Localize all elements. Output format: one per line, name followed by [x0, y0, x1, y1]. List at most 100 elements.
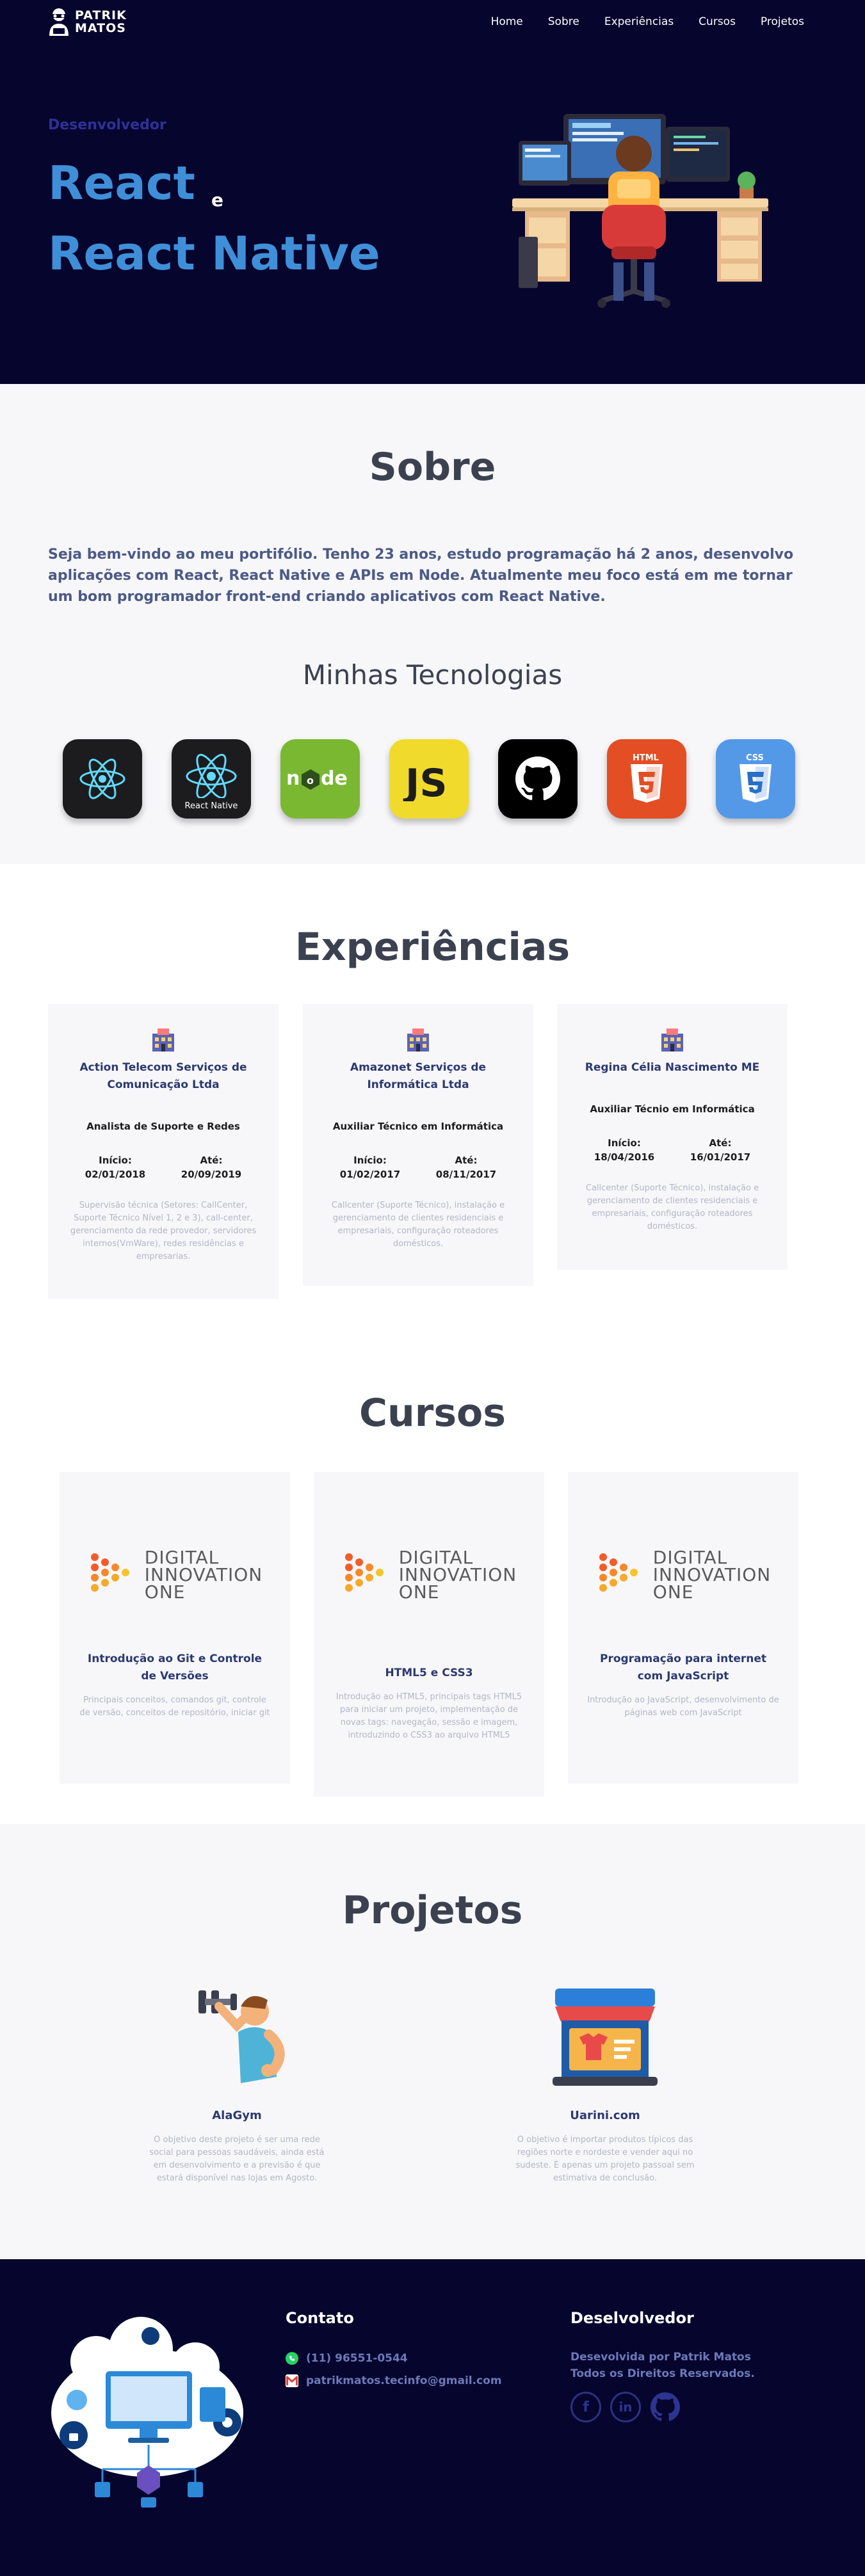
nav-link-experiencias[interactable]: Experiências — [604, 15, 674, 28]
email-contact[interactable]: patrikmatos.tecinfo@gmail.com — [286, 2374, 502, 2387]
projetos-title: Projetos — [342, 1888, 523, 1933]
dio-line1: DIGITAL — [652, 1547, 728, 1568]
company-icon — [407, 1028, 429, 1052]
developer-desk-illustration — [512, 114, 768, 308]
github-icon[interactable] — [650, 2392, 681, 2422]
experience-dates: Início: 02/01/2018 Até: 20/09/2019 — [67, 1153, 259, 1181]
phone-contact[interactable]: (11) 96551-0544 — [286, 2352, 408, 2365]
experience-card: Action Telecom Serviços de Comunicação L… — [48, 1004, 279, 1299]
experience-start: Início: 18/04/2016 — [594, 1136, 654, 1164]
dio-play-icon — [90, 1553, 129, 1592]
social-links: f in — [570, 2392, 690, 2422]
course-name: Programação para internet com JavaScript — [599, 1652, 767, 1683]
project-card[interactable]: AlaGym O objetivo deste projeto é ser um… — [144, 1981, 330, 2185]
tech-react-native: React Native — [172, 739, 251, 819]
experience-start-value: 02/01/2018 — [85, 1169, 146, 1180]
dio-line1: DIGITAL — [398, 1547, 474, 1568]
experience-end-value: 20/09/2019 — [181, 1169, 242, 1180]
experience-card: Regina Célia Nascimento ME Auxiliar Técn… — [557, 1004, 788, 1270]
dio-line2: INNOVATION — [652, 1564, 772, 1585]
nav-link-home[interactable]: Home — [491, 15, 523, 28]
cursos-section: Cursos DIGITAL INNOVATION ONE Introdução… — [0, 1370, 865, 1824]
hero-subtitle: Desenvolvedor — [48, 117, 166, 133]
project-description: O objetivo é importar produtos típicos d… — [515, 2135, 695, 2183]
react-icon — [79, 758, 125, 799]
experience-description: Supervisão técnica (Setores: CallCenter,… — [70, 1201, 257, 1261]
course-description: Introdução ao HTML5, principais tags HTM… — [335, 1692, 522, 1740]
course-card: DIGITAL INNOVATION ONE HTML5 e CSS3 Intr… — [314, 1472, 544, 1796]
brand-name: PATRIK MATOS — [75, 9, 127, 35]
experience-role: Auxiliar Técnio em Informática — [590, 1103, 755, 1115]
experience-description: Callcenter (Suporte Técnico), instalação… — [331, 1201, 505, 1249]
hero-title-react: React — [48, 156, 195, 210]
svg-text:o: o — [307, 774, 314, 787]
tech-react-native-label: React Native — [184, 801, 238, 811]
dio-wordmark: DIGITAL INNOVATION ONE — [399, 1549, 517, 1601]
projetos-section: Projetos AlaGym O objetivo deste projeto… — [0, 1824, 865, 2259]
experience-end-value: 08/11/2017 — [435, 1169, 497, 1180]
tecnologias-title: Minhas Tecnologias — [302, 659, 563, 691]
contact-title: Contato — [286, 2309, 354, 2327]
tech-css3: CSS — [716, 739, 795, 819]
cursos-title: Cursos — [359, 1391, 506, 1436]
dio-play-icon — [344, 1553, 384, 1592]
project-card[interactable]: Uarini.com O objetivo é importar produto… — [512, 1981, 698, 2185]
svg-text:n: n — [286, 767, 300, 790]
company-icon — [661, 1028, 683, 1052]
dio-logo: DIGITAL INNOVATION ONE — [79, 1549, 271, 1601]
facebook-icon[interactable]: f — [570, 2392, 601, 2422]
developer-credit-line2: Todos os Direitos Reservados. — [570, 2367, 755, 2380]
sobre-title: Sobre — [369, 445, 496, 490]
dio-play-icon — [599, 1553, 638, 1592]
hero-section: PATRIK MATOS Home Sobre Experiências Cur… — [0, 0, 865, 384]
course-name: HTML5 e CSS3 — [385, 1667, 473, 1679]
experience-end-label: Até: — [709, 1137, 732, 1149]
javascript-icon: JS — [403, 761, 448, 801]
cloud-network-illustration — [51, 2317, 243, 2508]
tech-javascript: JS — [389, 739, 469, 819]
html5-icon: HTML — [631, 753, 663, 803]
experience-role: Auxiliar Técnico em Informática — [332, 1121, 504, 1132]
experience-start-value: 18/04/2016 — [594, 1151, 655, 1163]
dio-wordmark: DIGITAL INNOVATION ONE — [653, 1549, 771, 1601]
hero-connector: e — [211, 189, 223, 211]
dio-logo: DIGITAL INNOVATION ONE — [587, 1549, 779, 1601]
react-native-icon — [186, 753, 237, 798]
brand-logo[interactable]: PATRIK MATOS — [48, 6, 127, 37]
course-description: Introdução ao JavaScript, desenvolviment… — [587, 1695, 779, 1718]
dio-line1: DIGITAL — [144, 1547, 220, 1568]
sobre-section: Sobre Seja bem-vindo ao meu portifólio. … — [0, 384, 865, 864]
experience-dates: Início: 01/02/2017 Até: 08/11/2017 — [322, 1153, 514, 1181]
course-card: DIGITAL INNOVATION ONE Introdução ao Git… — [60, 1472, 290, 1784]
whatsapp-icon — [286, 2352, 298, 2365]
project-description: O objetivo deste projeto é ser uma rede … — [149, 2135, 325, 2183]
brand-line2: MATOS — [75, 21, 126, 35]
course-description: Principais conceitos, comandos git, cont… — [79, 1695, 270, 1718]
css3-icon: CSS — [740, 753, 772, 803]
experience-card: Amazonet Serviços de Informática Ltda Au… — [303, 1004, 533, 1286]
github-icon — [515, 756, 560, 801]
phone-number: (11) 96551-0544 — [306, 2352, 408, 2365]
project-name: Uarini.com — [570, 2109, 640, 2122]
developer-credit-line1: Desevolvida por Patrik Matos — [570, 2351, 751, 2364]
experience-start-label: Início: — [99, 1155, 132, 1166]
experience-company: Action Telecom Serviços de Comunicação L… — [79, 1061, 247, 1091]
experience-start: Início: 02/01/2018 — [85, 1153, 145, 1181]
company-icon — [152, 1028, 174, 1052]
experience-end-label: Até: — [455, 1155, 478, 1166]
tecnologias-list: React Native n o de JS HTML CSS — [63, 739, 795, 819]
experience-end: Até: 20/09/2019 — [181, 1153, 241, 1181]
linkedin-icon[interactable]: in — [610, 2392, 641, 2422]
dio-line3: ONE — [398, 1581, 440, 1603]
tech-node: n o de — [280, 739, 360, 819]
experience-end: Até: 08/11/2017 — [436, 1153, 496, 1181]
nav-link-projetos[interactable]: Projetos — [761, 15, 804, 28]
experiencias-title: Experiências — [295, 925, 570, 970]
navbar: PATRIK MATOS Home Sobre Experiências Cur… — [0, 0, 865, 45]
gmail-icon — [286, 2374, 298, 2387]
nav-link-sobre[interactable]: Sobre — [548, 15, 579, 28]
tech-github — [498, 739, 578, 819]
nav-link-cursos[interactable]: Cursos — [699, 15, 736, 28]
developer-credit: Desevolvida por Patrik Matos Todos os Di… — [570, 2349, 755, 2382]
developer-avatar-icon — [49, 8, 69, 36]
